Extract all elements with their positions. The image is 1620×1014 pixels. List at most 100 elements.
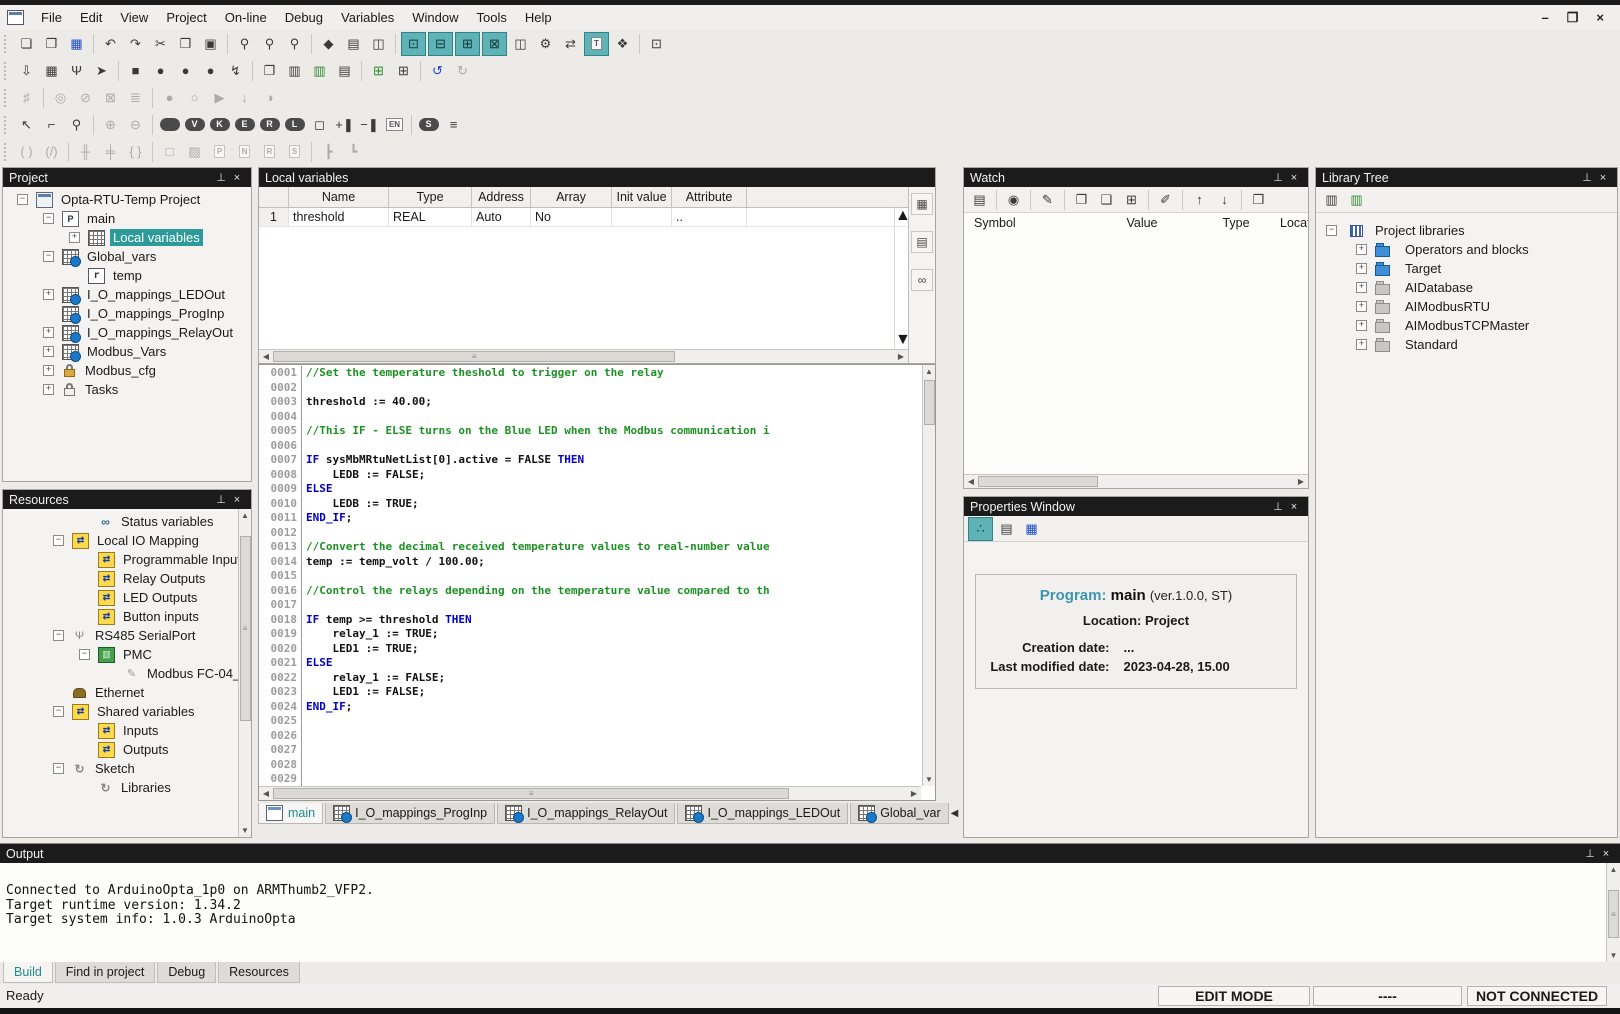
cell[interactable]: No: [531, 208, 612, 227]
watch-list-area[interactable]: [964, 233, 1308, 474]
text-window-toggle-icon[interactable]: T: [584, 32, 609, 56]
scroll-up-icon[interactable]: ▲: [923, 365, 935, 378]
expander-icon[interactable]: +: [43, 289, 54, 300]
print-preview-icon[interactable]: ◫: [367, 33, 390, 55]
save-project-icon[interactable]: ▦: [65, 33, 88, 55]
cell[interactable]: threshold: [289, 208, 389, 227]
new-project-icon[interactable]: ❏: [15, 33, 38, 55]
new-network-icon[interactable]: [158, 114, 181, 136]
tree-item-programmable-inputs[interactable]: Programmable Inputs: [3, 550, 238, 569]
print-icon[interactable]: ▤: [342, 33, 365, 55]
watch-move-up-icon[interactable]: ↑: [1188, 189, 1211, 211]
cell[interactable]: [747, 208, 908, 227]
tree-item-modbus-vars[interactable]: +Modbus_Vars: [3, 342, 251, 361]
properties-mode-icon[interactable]: ∴: [968, 517, 993, 541]
expander-icon[interactable]: +: [43, 327, 54, 338]
project-options-icon[interactable]: ❒: [258, 60, 281, 82]
block-box-icon[interactable]: □: [158, 141, 181, 163]
select-tool-icon[interactable]: ↖: [15, 114, 38, 136]
table-horizontal-scrollbar[interactable]: ◀ ≡ ▶: [259, 349, 908, 363]
branch-end-icon[interactable]: ┗: [342, 141, 365, 163]
source-browser-toggle-icon[interactable]: ◫: [509, 33, 532, 55]
editor-tab-global-var[interactable]: Global_var: [850, 803, 948, 824]
toolbar-grip[interactable]: [4, 116, 10, 134]
scroll-left-icon[interactable]: ◀: [259, 787, 273, 800]
negated-box-icon[interactable]: ▨: [183, 141, 206, 163]
tree-item-local-variables[interactable]: +Local variables: [3, 228, 251, 247]
scroll-up-icon[interactable]: ▲: [895, 207, 908, 225]
enable-pin-icon[interactable]: EN: [383, 114, 406, 136]
debug-breakpoints-icon[interactable]: ◑: [258, 87, 281, 109]
compile-icon[interactable]: ↯: [224, 60, 247, 82]
editor-tab-main[interactable]: main: [258, 803, 323, 824]
halt-icon[interactable]: ■: [124, 60, 147, 82]
output-window-toggle-icon[interactable]: ⊟: [428, 32, 453, 56]
close-icon[interactable]: ×: [229, 494, 245, 506]
scroll-down-icon[interactable]: ▼: [239, 824, 251, 837]
scrollbar-thumb[interactable]: ≡: [1608, 890, 1619, 938]
library-manager-icon[interactable]: ▥: [1320, 189, 1343, 211]
watch-save-icon[interactable]: ❑: [1095, 189, 1118, 211]
undo-icon[interactable]: ↶: [99, 33, 122, 55]
open-project-icon[interactable]: ❐: [40, 33, 63, 55]
find-next-icon[interactable]: ⚲: [258, 33, 281, 55]
parenthesis-icon[interactable]: { }: [124, 141, 147, 163]
connect-target-icon[interactable]: Ψ: [65, 60, 88, 82]
tree-item-ethernet[interactable]: Ethernet: [3, 683, 238, 702]
cold-restart-icon[interactable]: ●: [149, 60, 172, 82]
project-window-toggle-icon[interactable]: ⊡: [401, 32, 426, 56]
pin-icon[interactable]: ⊥: [1270, 500, 1286, 513]
restore-icon[interactable]: ❐: [1567, 10, 1579, 26]
pin-icon[interactable]: ⊥: [1270, 171, 1286, 184]
tree-item-project-libraries[interactable]: −Project libraries: [1316, 221, 1617, 240]
expander-icon[interactable]: −: [53, 706, 64, 717]
menu-debug[interactable]: Debug: [276, 7, 332, 28]
p-box-icon[interactable]: P: [208, 141, 231, 163]
output-log[interactable]: Connected to ArduinoOpta_1p0 on ARMThumb…: [0, 863, 1606, 962]
tree-item-modbus-cfg[interactable]: +Modbus_cfg: [3, 361, 251, 380]
tree-item-local-io-mapping[interactable]: −Local IO Mapping: [3, 531, 238, 550]
auto-arrange-icon[interactable]: ≡: [442, 114, 465, 136]
tree-item-outputs[interactable]: Outputs: [3, 740, 238, 759]
scroll-down-icon[interactable]: ▼: [895, 331, 908, 349]
scroll-right-icon[interactable]: ▶: [894, 350, 908, 363]
expander-icon[interactable]: +: [1356, 320, 1367, 331]
scrollbar-thumb[interactable]: ≡: [240, 536, 251, 721]
expander-icon[interactable]: +: [1356, 282, 1367, 293]
add-input-pin-icon[interactable]: +❚: [333, 114, 356, 136]
expander-icon[interactable]: +: [1356, 301, 1367, 312]
memory-view-icon[interactable]: ≣: [124, 87, 147, 109]
hot-restart-icon[interactable]: ●: [199, 60, 222, 82]
watch-window-toggle-icon[interactable]: ⊞: [455, 32, 480, 56]
bottom-tab-find-in-project[interactable]: Find in project: [55, 962, 156, 983]
find-in-list-button[interactable]: ∞: [911, 269, 933, 291]
expander-icon[interactable]: +: [43, 365, 54, 376]
cross-reference-toggle-icon[interactable]: ❖: [611, 33, 634, 55]
zoom-in-icon[interactable]: ⊕: [99, 114, 122, 136]
tree-item-libraries[interactable]: Libraries: [3, 778, 238, 797]
block-jump-icon[interactable]: L: [283, 114, 306, 136]
block-expr-icon[interactable]: E: [233, 114, 256, 136]
pin-icon[interactable]: ⊥: [213, 171, 229, 184]
watch-horizontal-scrollbar[interactable]: ◀ ▶: [964, 474, 1308, 488]
watch-edit-icon[interactable]: ✎: [1036, 189, 1059, 211]
paste-icon[interactable]: ▣: [199, 33, 222, 55]
cut-icon[interactable]: ✂: [149, 33, 172, 55]
tree-item-aimodbusrtu[interactable]: +AIModbusRTU: [1316, 297, 1617, 316]
download-code-icon[interactable]: ⇩: [15, 60, 38, 82]
scrollbar-thumb[interactable]: ≡: [273, 351, 675, 362]
editor-vertical-scrollbar[interactable]: ▲ ▼: [922, 365, 935, 786]
watch-protect-icon[interactable]: ◉: [1002, 189, 1025, 211]
editor-horizontal-scrollbar[interactable]: ◀ ≡ ▶: [259, 786, 921, 800]
code-area[interactable]: //Set the temperature theshold to trigge…: [306, 366, 921, 786]
scrollbar-thumb[interactable]: ≡: [273, 788, 789, 799]
expander-icon[interactable]: +: [1356, 244, 1367, 255]
tree-item-i-o-mappings-ledout[interactable]: +I_O_mappings_LEDOut: [3, 285, 251, 304]
insert-record-icon[interactable]: ⊞: [367, 60, 390, 82]
import-objects-icon[interactable]: ▥: [283, 60, 306, 82]
expander-icon[interactable]: +: [1356, 263, 1367, 274]
run-mode-icon[interactable]: ➤: [90, 60, 113, 82]
watch-clear-icon[interactable]: ✐: [1154, 189, 1177, 211]
zoom-out-icon[interactable]: ⊖: [124, 114, 147, 136]
editor-tab-i-o-mappings-proginp[interactable]: I_O_mappings_ProgInp: [325, 803, 495, 824]
